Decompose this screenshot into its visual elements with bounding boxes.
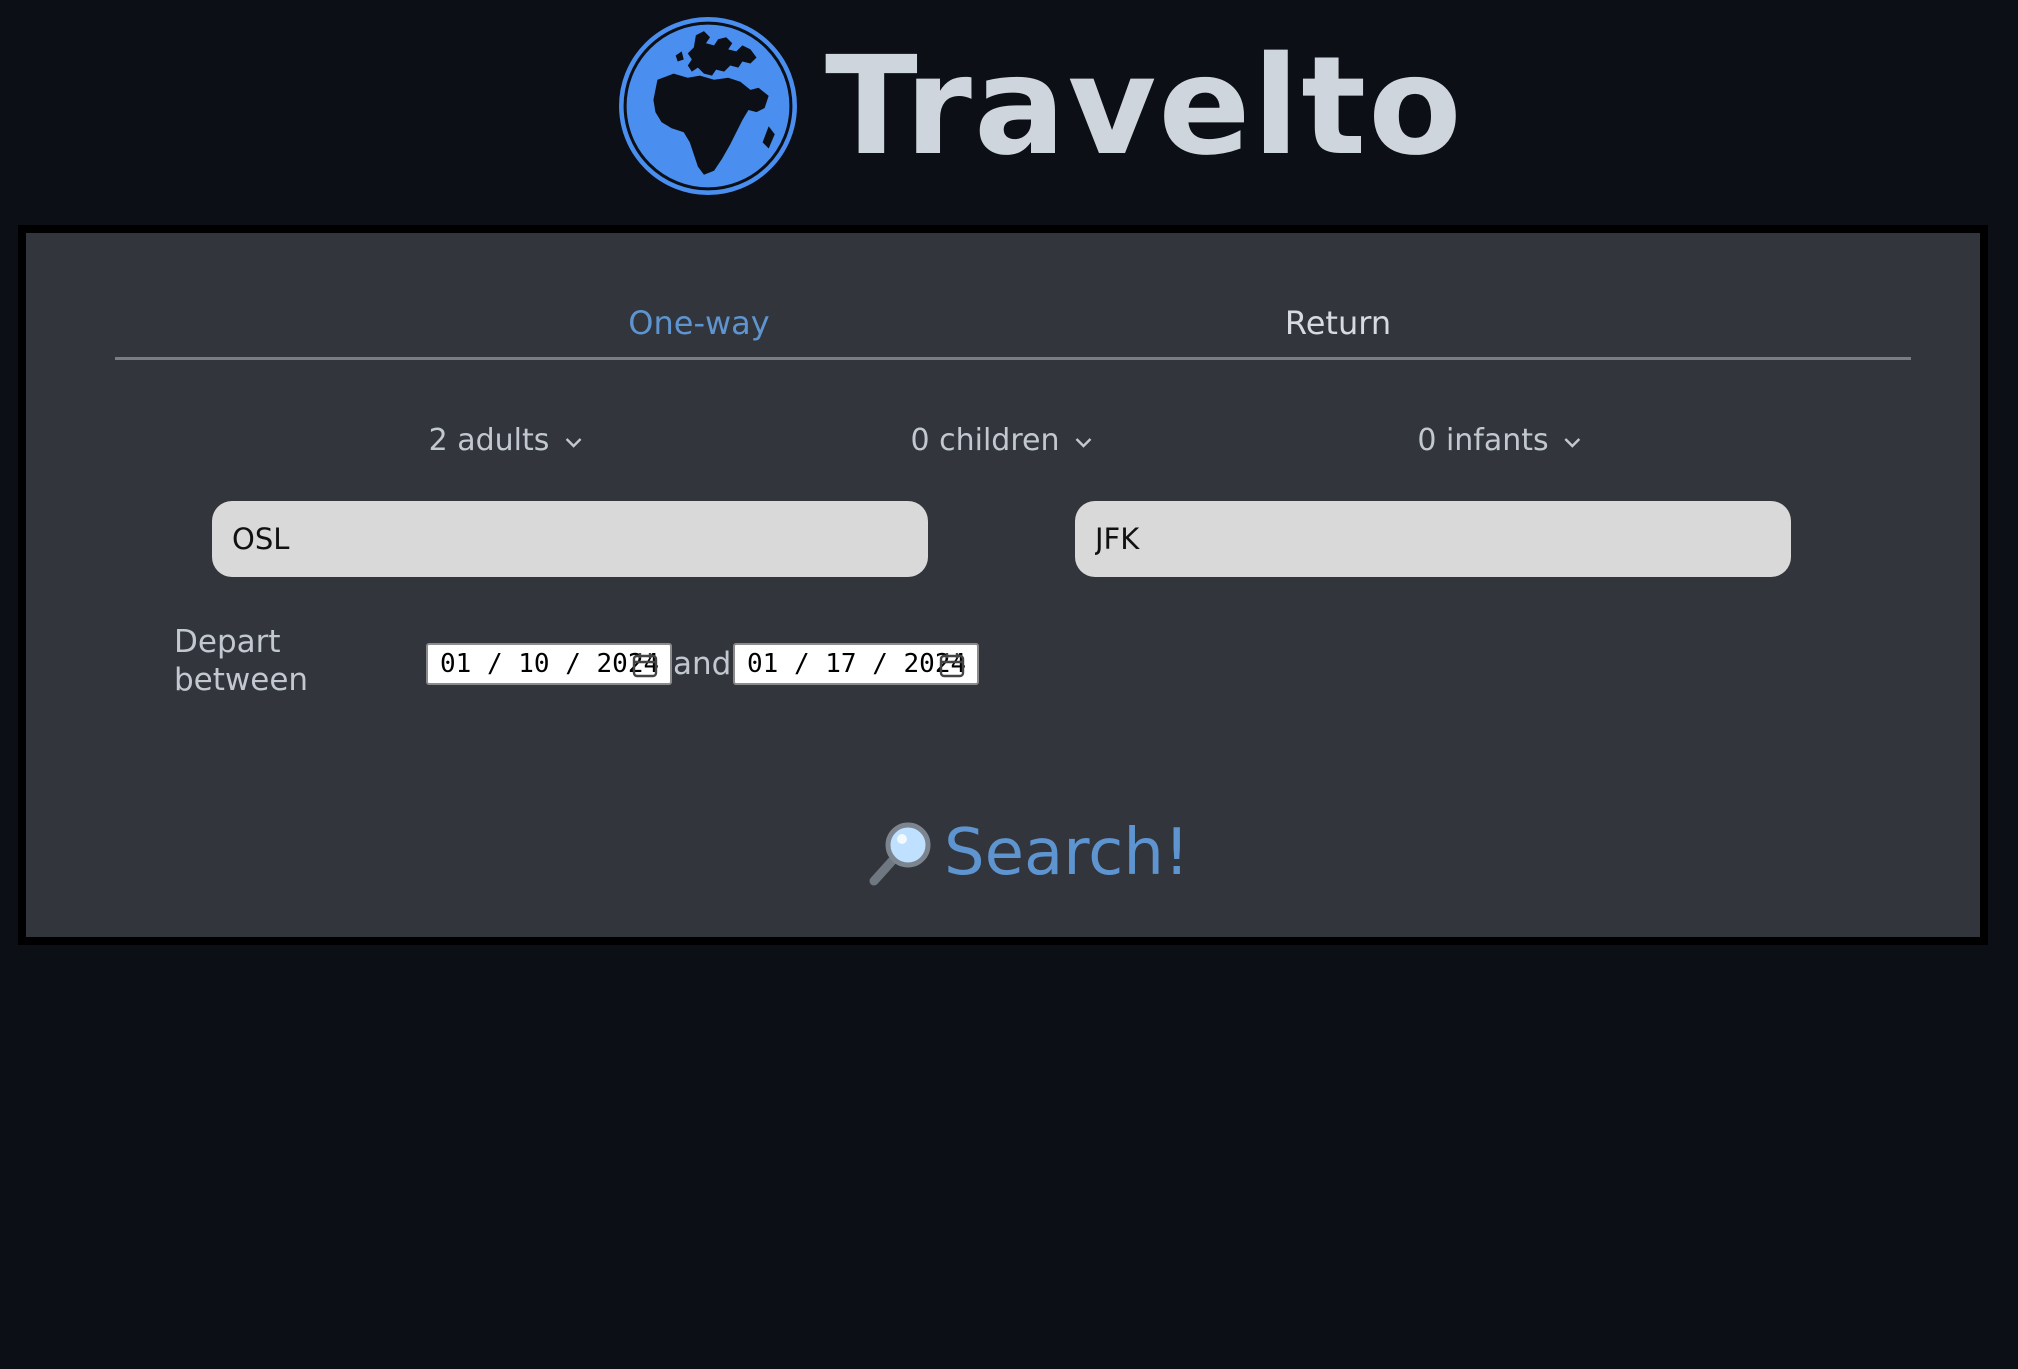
- trip-type-tabs: One-way Return: [115, 293, 1911, 360]
- date-range-joiner: and: [673, 646, 732, 682]
- children-label: 0 children: [910, 423, 1060, 458]
- chevron-down-icon: [565, 437, 582, 448]
- header: Travelto: [0, 0, 2018, 210]
- chevron-down-icon: [1075, 437, 1092, 448]
- calendar-icon[interactable]: [632, 652, 658, 678]
- brand-name: Travelto: [825, 28, 1464, 186]
- depart-from-date-input[interactable]: 01 / 10 / 2024: [426, 643, 672, 685]
- adults-label: 2 adults: [428, 423, 550, 458]
- magnifier-icon: [869, 822, 931, 886]
- depart-to-date-value: 01 / 17 / 2024: [747, 649, 967, 679]
- origin-input[interactable]: [212, 501, 928, 577]
- destination-input[interactable]: [1075, 501, 1791, 577]
- depart-to-date-input[interactable]: 01 / 17 / 2024: [733, 643, 979, 685]
- tab-return[interactable]: Return: [1285, 293, 1391, 353]
- calendar-icon[interactable]: [939, 652, 965, 678]
- search-button[interactable]: Search!: [866, 808, 1190, 898]
- children-select[interactable]: 0 children: [911, 416, 1094, 466]
- tab-one-way[interactable]: One-way: [628, 293, 769, 353]
- chevron-down-icon: [1564, 437, 1581, 448]
- search-panel: One-way Return 2 adults 0 children 0 inf…: [18, 225, 1988, 945]
- depart-between-label: Depart between: [174, 624, 309, 698]
- infants-select[interactable]: 0 infants: [1417, 416, 1582, 466]
- search-button-label: Search!: [944, 816, 1190, 890]
- infants-label: 0 infants: [1417, 423, 1549, 458]
- adults-select[interactable]: 2 adults: [429, 416, 584, 466]
- globe-icon: [619, 17, 797, 195]
- depart-from-date-value: 01 / 10 / 2024: [440, 649, 660, 679]
